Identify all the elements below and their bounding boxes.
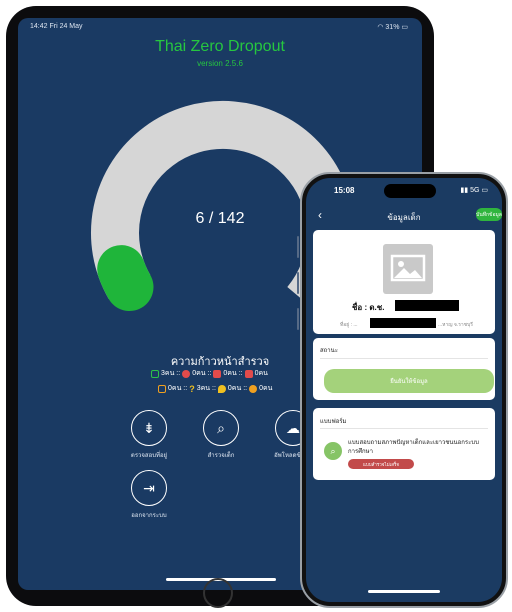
address-label: ที่อยู่ : ... (340, 322, 358, 328)
status-section-label: สถานะ (320, 348, 338, 354)
phone-status-time: 15:08 (334, 186, 355, 195)
button-label: สำรวจเด็ก (207, 453, 235, 459)
stat-value: 3คน :: (196, 385, 216, 392)
lock-icon (213, 369, 222, 378)
divider (320, 358, 488, 359)
phone-screen: 15:08 ▮▮ 5G ▭ ‹ ข้อมูลเด็ก บันทึกข้อมูล … (306, 178, 502, 602)
stat-value: 0คน (254, 370, 268, 377)
side-indicators (297, 236, 299, 330)
address-tail: ...หาญ จ.ราชบุรี (438, 322, 473, 328)
eye-icon (182, 369, 191, 378)
form-status-badge: แบบสำรวจไม่เสร็จ (348, 459, 414, 469)
stat-value: 0คน :: (227, 385, 248, 392)
network-label: 5G (470, 187, 480, 194)
phone-home-indicator (368, 590, 440, 593)
stat-value: 3คน :: (161, 370, 181, 377)
divider (320, 428, 488, 429)
stat-value: 0คน :: (223, 370, 243, 377)
form-section-label: แบบฟอร์ม (320, 419, 347, 425)
search-icon[interactable]: ⌕ (324, 442, 342, 460)
wifi-icon: ◠ (377, 24, 384, 31)
tablet-status-time: 14:42 Fri 24 May (30, 23, 83, 30)
child-name-label: ชื่อ : ด.ช. (352, 303, 385, 312)
battery-icon: ▭ (481, 187, 488, 194)
pin-icon (217, 384, 226, 393)
check-address-button[interactable]: ⇟ ตรวจสอบที่อยู่ (114, 410, 184, 460)
logout-icon: ⇥ (131, 470, 167, 506)
app-title: Thai Zero Dropout (155, 38, 285, 55)
image-placeholder-icon (383, 244, 433, 294)
tablet-home-button[interactable] (203, 578, 233, 608)
redacted-name (395, 300, 459, 311)
confirm-data-button[interactable]: ยืนยันให้ข้อมูล (324, 369, 494, 393)
check-square-icon (151, 369, 159, 378)
tablet-status-battery: ◠ 31% ▭ (377, 23, 408, 31)
gauge-fill (97, 245, 154, 311)
battery-percent: 31% (385, 24, 400, 31)
stats-row-1: 3คน :: 0คน :: 0คน :: 0คน (151, 368, 268, 379)
logout-button[interactable]: ⇥ ออกจากระบบ (114, 470, 184, 520)
stat-value: 0คน (259, 385, 273, 392)
phone-page-title: ข้อมูลเด็ก (387, 213, 421, 222)
signal-icon: ▮▮ (460, 187, 469, 194)
battery-icon: ▭ (401, 24, 408, 31)
signpost-icon: ⇟ (131, 410, 167, 446)
stat-value: 0คน :: (192, 370, 212, 377)
search-icon: ⌕ (203, 410, 239, 446)
app-version: version 2.5.6 (197, 59, 243, 68)
dots-icon (249, 384, 258, 393)
form-title[interactable]: แบบสอบถามสภาพปัญหาเด็กและเยาวชนนอกระบบกา… (348, 439, 488, 457)
button-label: ตรวจสอบที่อยู่ (130, 453, 168, 459)
dynamic-island (384, 184, 436, 198)
exit-icon (158, 384, 166, 393)
stat-value: 0คน :: (168, 385, 188, 392)
redacted-address (370, 318, 436, 328)
question-icon: ? (189, 383, 195, 394)
phone-status-right: ▮▮ 5G ▭ (460, 186, 488, 194)
save-button[interactable]: บันทึกข้อมูล (476, 208, 502, 221)
home-icon (244, 369, 253, 378)
stats-row-2: 0คน :: ? 3คน :: 0คน :: 0คน (158, 383, 272, 394)
button-label: ออกจากระบบ (131, 513, 167, 519)
survey-child-button[interactable]: ⌕ สำรวจเด็ก (186, 410, 256, 460)
